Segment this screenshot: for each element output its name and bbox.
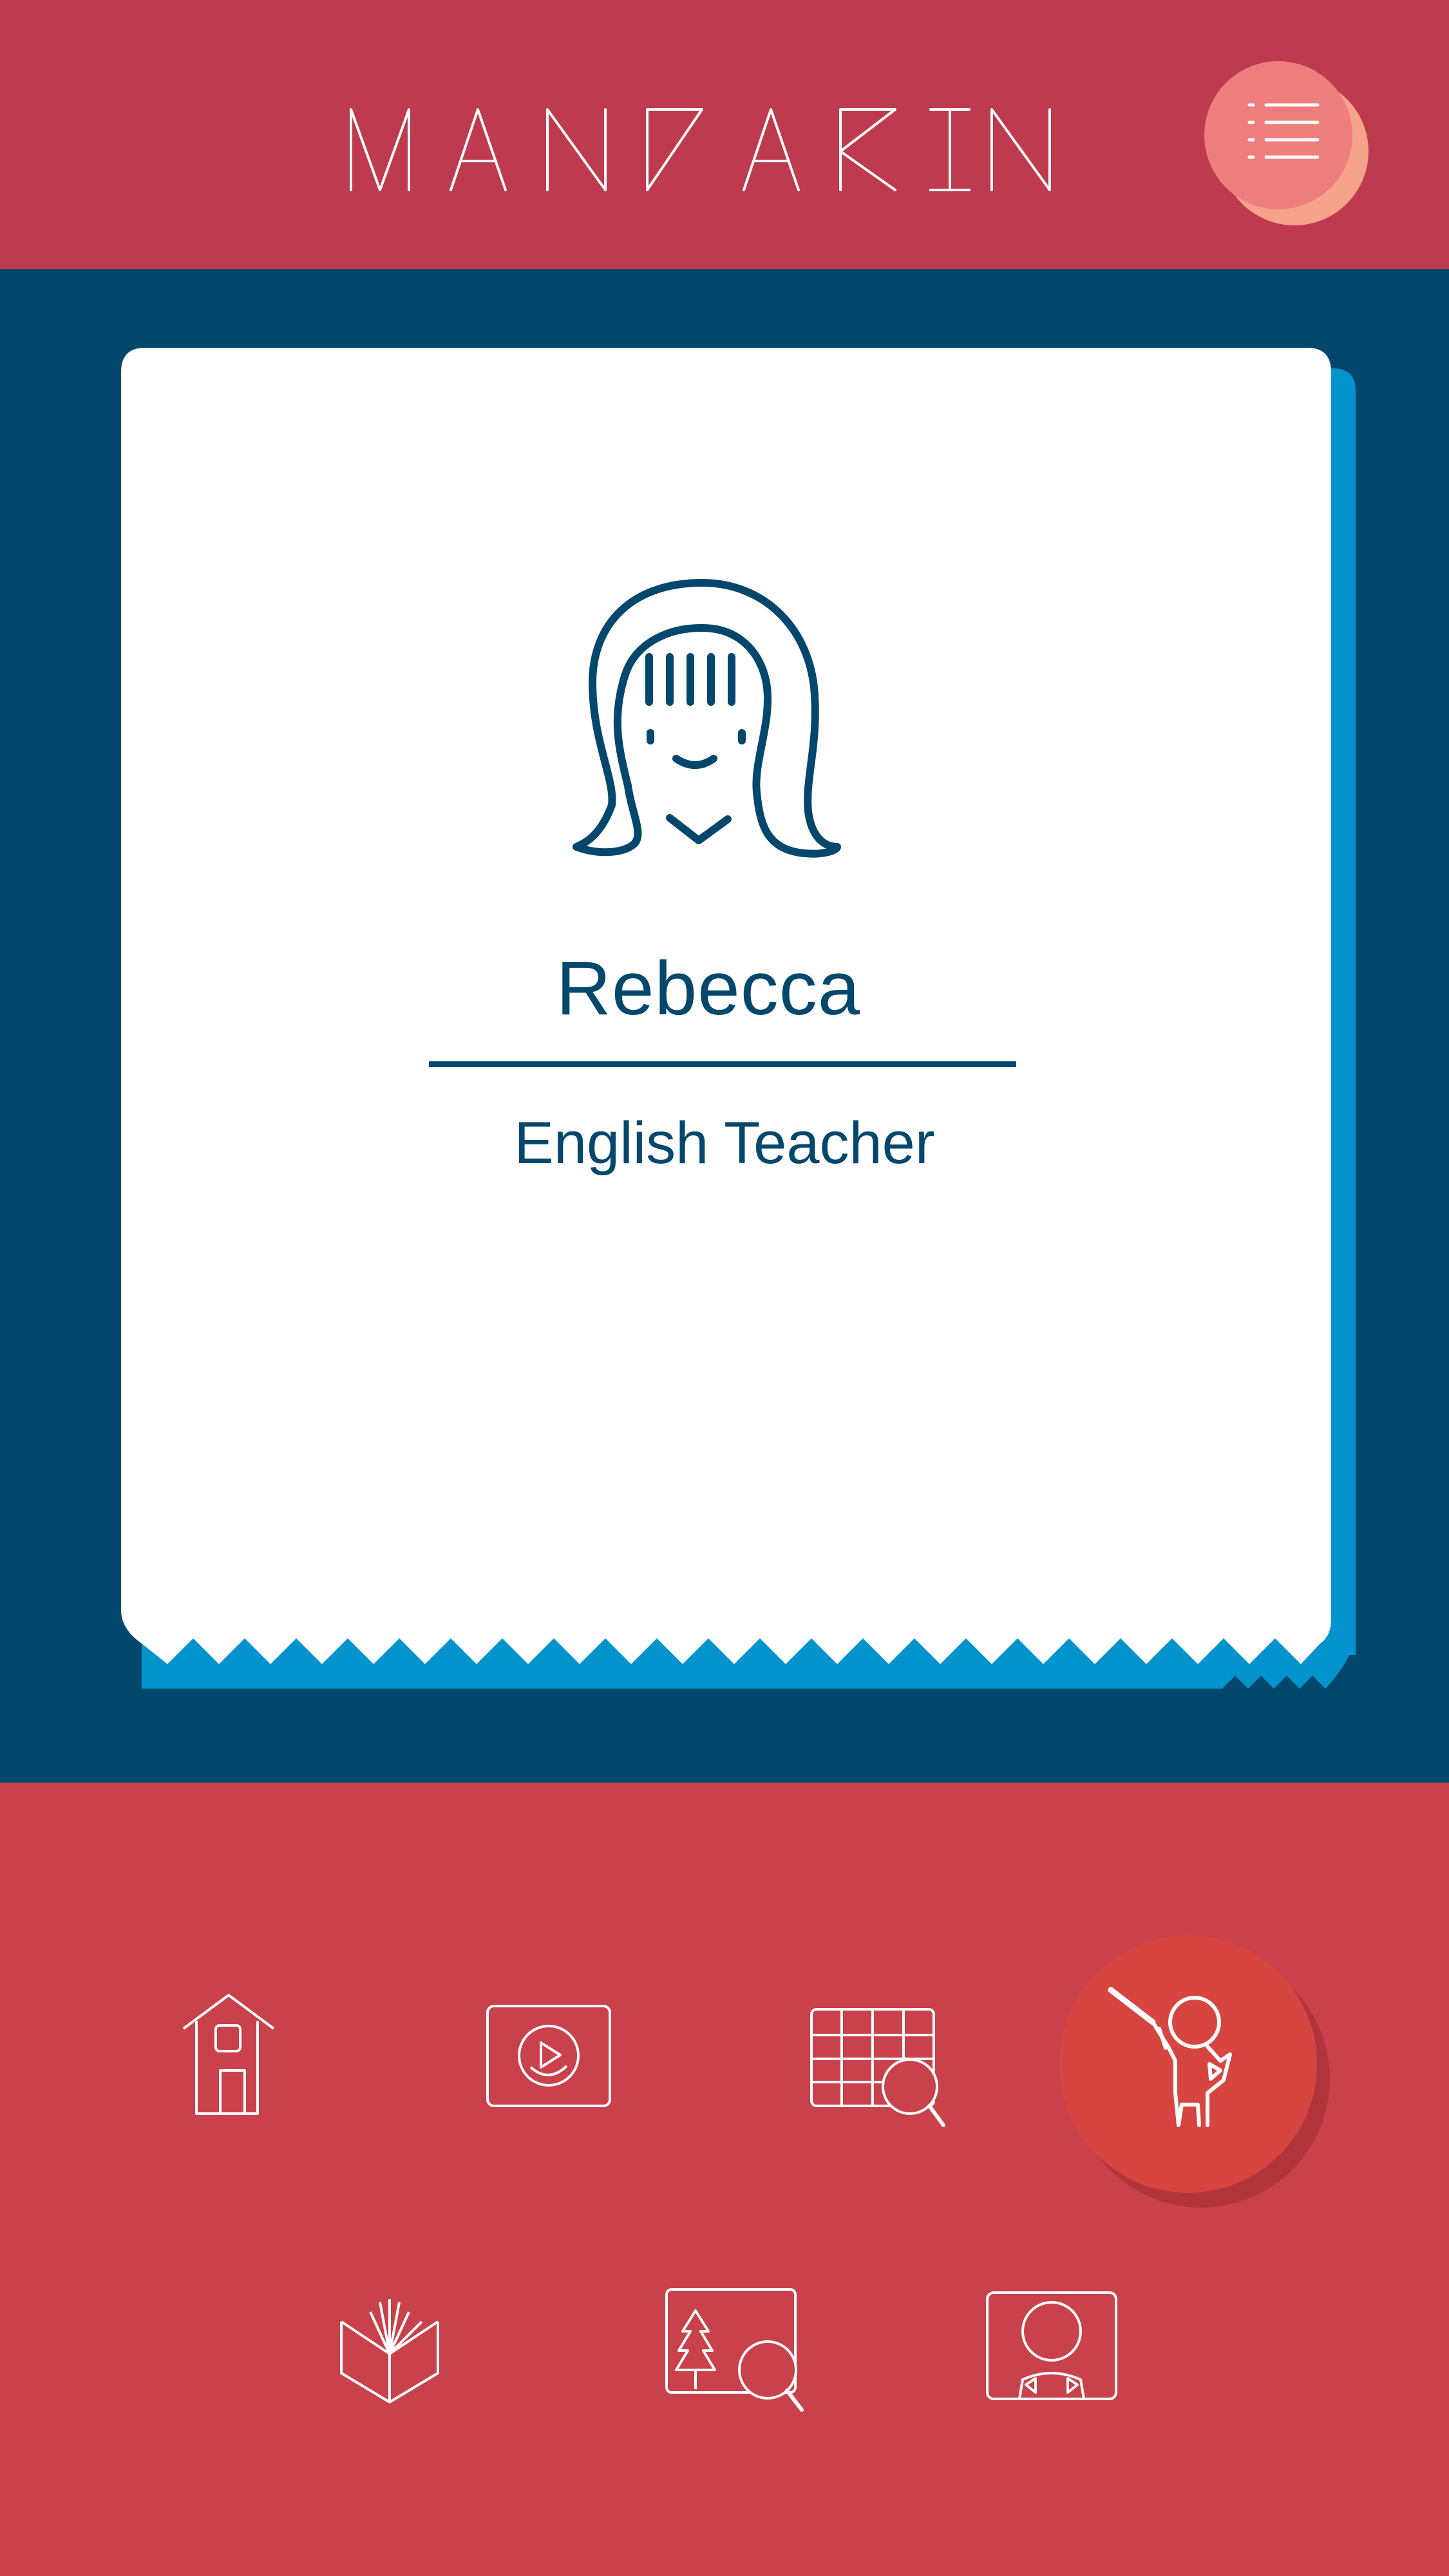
house-icon [182, 1994, 275, 2115]
nav-image-search-button[interactable] [663, 2286, 808, 2418]
nav-calendar-button[interactable] [808, 2006, 950, 2135]
image-search-icon [665, 2288, 804, 2412]
nav-video-button[interactable] [484, 2003, 613, 2112]
nav-profile-button[interactable] [984, 2289, 1119, 2402]
girl-face-icon [573, 579, 841, 858]
teacher-pointer-icon [1059, 1935, 1330, 2208]
app-header [0, 0, 1449, 269]
profile-card-icon [986, 2291, 1117, 2400]
nav-home-button[interactable] [174, 1984, 283, 2125]
menu-button[interactable] [1204, 61, 1368, 229]
teacher-name: Rebecca [556, 946, 861, 1031]
app-title-logo [350, 108, 1051, 191]
video-play-icon [486, 2005, 611, 2107]
list-menu-icon [1204, 61, 1368, 225]
teacher-role: English Teacher [514, 1110, 935, 1176]
calendar-search-icon [810, 2008, 945, 2127]
name-divider [429, 1061, 1016, 1067]
nav-teacher-button[interactable] [1056, 1932, 1333, 2215]
nav-book-button[interactable] [335, 2293, 444, 2405]
open-book-icon [340, 2299, 439, 2403]
